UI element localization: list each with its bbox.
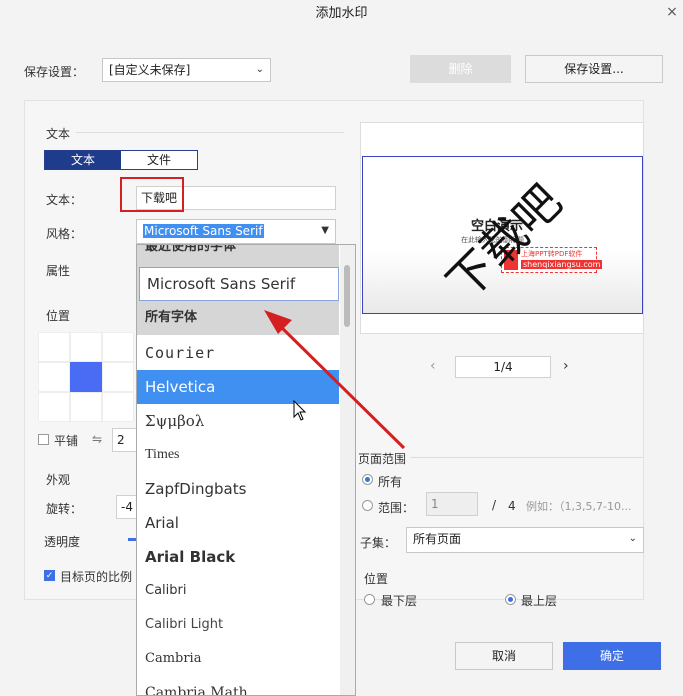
mouse-cursor-icon — [293, 400, 307, 421]
annotation-arrow — [264, 310, 406, 450]
